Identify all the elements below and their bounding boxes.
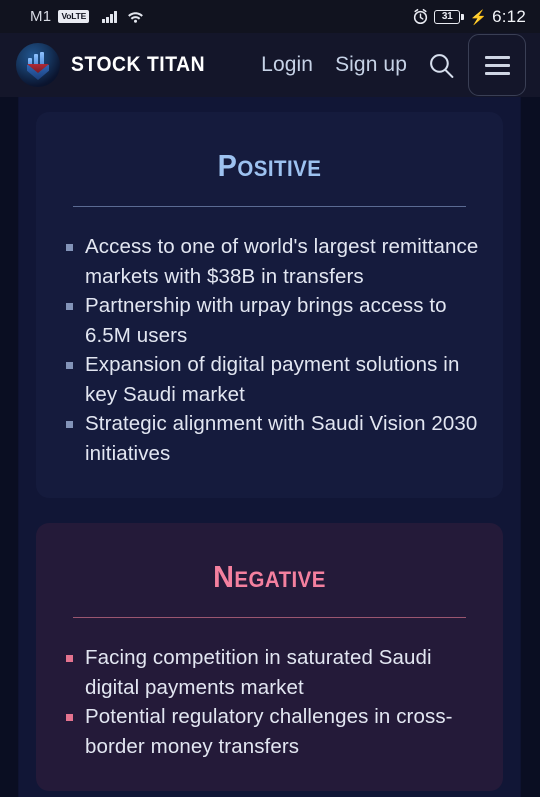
charging-bolt-icon: ⚡ bbox=[469, 8, 488, 25]
login-link[interactable]: Login bbox=[250, 53, 324, 77]
brand-link[interactable]: STOCK TITAN bbox=[16, 43, 217, 87]
list-item: Expansion of digital payment solutions i… bbox=[60, 350, 479, 409]
status-bar-left: M1 VoLTE bbox=[30, 8, 144, 25]
battery-level-label: 31 bbox=[434, 9, 461, 24]
negative-card: Negative Facing competition in saturated… bbox=[36, 523, 503, 791]
brand-name: STOCK TITAN bbox=[71, 53, 206, 76]
positive-card-divider bbox=[73, 206, 466, 207]
volte-badge: VoLTE bbox=[58, 9, 90, 24]
battery-cap bbox=[461, 13, 464, 20]
negative-card-title: Negative bbox=[213, 559, 326, 594]
page-body: Positive Access to one of world's larges… bbox=[0, 97, 540, 797]
main-nav: Login Sign up bbox=[250, 34, 526, 96]
negative-points-list: Facing competition in saturated Saudi di… bbox=[60, 643, 479, 761]
negative-card-divider bbox=[73, 617, 466, 618]
battery-indicator: 31 bbox=[434, 9, 464, 24]
positive-card: Positive Access to one of world's larges… bbox=[36, 112, 503, 498]
list-item: Potential regulatory challenges in cross… bbox=[60, 702, 479, 761]
search-icon[interactable] bbox=[420, 44, 462, 86]
wifi-icon bbox=[127, 10, 144, 23]
signal-bars-icon bbox=[102, 10, 117, 23]
hamburger-menu-icon[interactable] bbox=[468, 34, 526, 96]
list-item: Partnership with urpay brings access to … bbox=[60, 291, 479, 350]
site-header: STOCK TITAN Login Sign up bbox=[0, 33, 540, 97]
signup-link[interactable]: Sign up bbox=[324, 53, 418, 77]
content-container: Positive Access to one of world's larges… bbox=[19, 97, 520, 797]
list-item: Access to one of world's largest remitta… bbox=[60, 232, 479, 291]
list-item: Facing competition in saturated Saudi di… bbox=[60, 643, 479, 702]
status-bar-right: 31 ⚡ 6:12 bbox=[412, 7, 526, 27]
clock-label: 6:12 bbox=[492, 6, 526, 26]
positive-card-title: Positive bbox=[217, 148, 322, 183]
alarm-clock-icon bbox=[412, 8, 429, 25]
status-bar: M1 VoLTE 31 ⚡ 6:12 bbox=[0, 0, 540, 33]
list-item: Strategic alignment with Saudi Vision 20… bbox=[60, 409, 479, 468]
stock-titan-logo-icon bbox=[16, 43, 60, 87]
carrier-label: M1 bbox=[30, 8, 52, 25]
positive-points-list: Access to one of world's largest remitta… bbox=[60, 232, 479, 468]
